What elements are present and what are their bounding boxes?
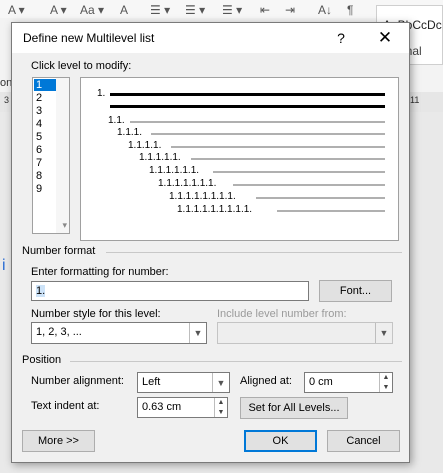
set-for-all-levels-button[interactable]: Set for All Levels... (240, 397, 348, 419)
spin-down-icon[interactable]: ▼ (380, 383, 392, 393)
preview-level-line (256, 197, 385, 199)
text-indent-spinner[interactable]: ▲ ▼ (214, 398, 227, 417)
text-indent-field[interactable]: 0.63 cm ▲ ▼ (137, 397, 228, 418)
aligned-at-value: 0 cm (309, 376, 333, 388)
text-cursor-icon: i (2, 257, 6, 274)
clear-format-icon[interactable]: A (120, 3, 128, 17)
section-divider (70, 361, 402, 362)
preview-level-line (213, 171, 385, 173)
number-alignment-label: Number alignment: (31, 375, 124, 387)
increase-indent-icon[interactable]: ⇥ (285, 3, 295, 17)
level-scrollbar[interactable]: ▾ (56, 78, 69, 233)
preview-level-number: 1.1.1.1.1.1. (149, 165, 200, 176)
level-item[interactable]: 3 (34, 105, 56, 117)
level-item[interactable]: 4 (34, 118, 56, 130)
preview-level-line (151, 133, 385, 135)
spin-down-icon[interactable]: ▼ (215, 408, 227, 418)
cancel-button[interactable]: Cancel (327, 430, 400, 452)
font-button-label: Font... (339, 285, 372, 297)
help-button[interactable]: ? (330, 27, 352, 49)
preview-level-line (171, 146, 385, 148)
ruler-mark-right: 11 (410, 95, 420, 105)
pilcrow-icon[interactable]: ¶ (347, 3, 353, 17)
spin-up-icon[interactable]: ▲ (380, 373, 392, 383)
preview-level-number: 1.1.1.1.1.1.1.1. (169, 191, 236, 202)
preview-level-number: 1.1.1.1.1. (139, 152, 181, 163)
font-color-icon[interactable]: A ▾ (8, 3, 25, 17)
level-item[interactable]: 7 (34, 157, 56, 169)
number-alignment-value: Left (142, 376, 161, 388)
click-level-label: Click level to modify: (31, 60, 132, 72)
level-item[interactable]: 8 (34, 170, 56, 182)
preview-level-number: 1.1.1. (117, 127, 143, 138)
preview-level-number: 1.1.1.1. (128, 140, 162, 151)
level-item[interactable]: 5 (34, 131, 56, 143)
text-indent-label: Text indent at: (31, 400, 100, 412)
multilevel-icon[interactable]: ☰ ▾ (222, 3, 242, 17)
decrease-indent-icon[interactable]: ⇤ (260, 3, 270, 17)
font-button[interactable]: Font... (319, 280, 392, 302)
bullets-icon[interactable]: ☰ ▾ (150, 3, 170, 17)
ruler-mark-left: 3 (4, 95, 10, 105)
aligned-at-label: Aligned at: (240, 375, 292, 387)
set-for-all-levels-label: Set for All Levels... (248, 402, 340, 414)
ok-button-label: OK (272, 435, 289, 447)
ok-button[interactable]: OK (244, 430, 317, 452)
chevron-down-icon[interactable]: ▼ (189, 323, 206, 343)
preview-level-line (191, 158, 385, 160)
close-button[interactable]: ✕ (373, 27, 397, 49)
position-section: Position (22, 354, 62, 366)
enter-formatting-label: Enter formatting for number: (31, 266, 169, 278)
preview-level-line (233, 184, 385, 186)
dialog-title: Define new Multilevel list (23, 31, 155, 45)
number-format-section: Number format (22, 245, 96, 257)
aligned-at-field[interactable]: 0 cm ▲ ▼ (304, 372, 393, 393)
number-format-value: 1. (36, 285, 46, 297)
preview-level-number: 1.1.1.1.1.1.1. (158, 178, 217, 189)
number-style-select[interactable]: 1, 2, 3, ... ▼ (31, 322, 207, 344)
font-size-icon[interactable]: A ▾ (50, 3, 67, 17)
level-item[interactable]: 9 (34, 183, 56, 195)
number-style-label: Number style for this level: (31, 308, 161, 320)
level-item[interactable]: 1 (34, 79, 56, 91)
preview-level-number: 1. (97, 88, 106, 99)
number-alignment-select[interactable]: Left ▼ (137, 372, 230, 393)
aligned-at-spinner[interactable]: ▲ ▼ (379, 373, 392, 392)
level-listbox[interactable]: 1 2 3 4 5 6 7 8 9 ▾ (32, 77, 70, 234)
preview-level-number: 1.1. (108, 115, 125, 126)
dialog-titlebar: Define new Multilevel list ? ✕ (12, 23, 409, 53)
preview-level-line (130, 121, 385, 123)
number-style-value: 1, 2, 3, ... (36, 326, 82, 338)
section-divider (106, 252, 402, 253)
spin-up-icon[interactable]: ▲ (215, 398, 227, 408)
sort-icon[interactable]: A↓ (318, 3, 332, 17)
more-button[interactable]: More >> (22, 430, 95, 452)
preview-level-line (110, 93, 385, 96)
numbering-icon[interactable]: ☰ ▾ (185, 3, 205, 17)
chevron-down-icon[interactable]: ▼ (212, 373, 229, 392)
multilevel-list-dialog: Define new Multilevel list ? ✕ Click lev… (11, 22, 410, 463)
chevron-down-icon[interactable]: ▾ (62, 220, 67, 231)
preview-level-number: 1.1.1.1.1.1.1.1.1. (177, 204, 253, 215)
more-button-label: More >> (38, 435, 79, 447)
preview-level-line (110, 105, 385, 108)
level-item[interactable]: 6 (34, 144, 56, 156)
chevron-down-icon: ▼ (375, 323, 392, 343)
level-item[interactable]: 2 (34, 92, 56, 104)
preview-level-line (277, 210, 385, 212)
list-preview: 1. 1.1. 1.1.1. 1.1.1.1. 1.1.1.1.1. 1.1.1… (80, 77, 399, 241)
cancel-button-label: Cancel (346, 435, 381, 447)
text-indent-value: 0.63 cm (142, 401, 182, 413)
change-case-icon[interactable]: Aa ▾ (80, 3, 104, 17)
include-level-label: Include level number from: (217, 308, 347, 320)
include-level-select: ▼ (217, 322, 393, 344)
number-format-field[interactable]: 1. (31, 281, 309, 301)
